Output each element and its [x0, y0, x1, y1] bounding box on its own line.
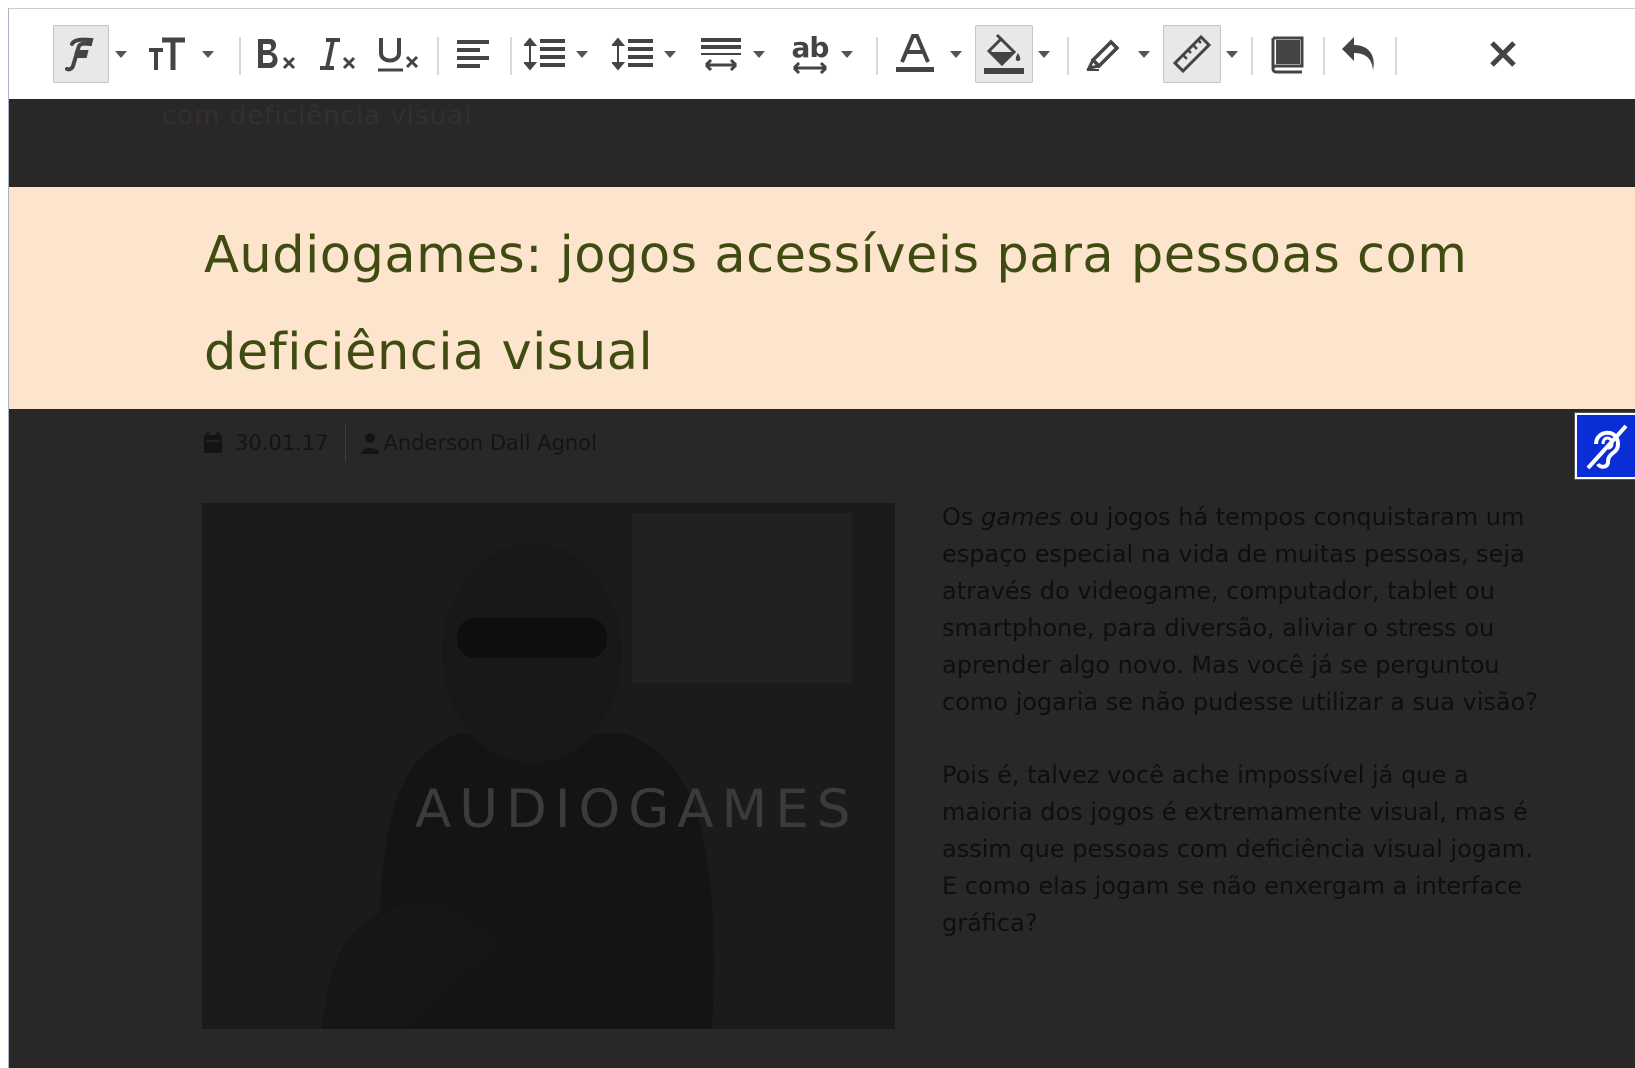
background-color-button[interactable] [975, 25, 1033, 83]
toolbar-divider [1251, 37, 1253, 75]
toolbar-divider [510, 37, 512, 75]
calendar-icon [204, 432, 222, 453]
window-left-border [8, 8, 9, 1068]
article-date: 30.01.17 [235, 431, 329, 455]
font-family-icon [65, 37, 94, 72]
page-content: com deficiência visual Audiogames: jogos… [9, 99, 1635, 1068]
article-meta: 30.01.17 Anderson Dall Agnol [203, 424, 597, 462]
letter-spacing-button[interactable]: ab [782, 25, 838, 83]
letter-spacing-icon: ab [790, 34, 830, 74]
chevron-down-icon[interactable] [199, 25, 217, 83]
bold-strike-icon [258, 39, 296, 70]
reading-toolbar: ab [9, 9, 1635, 100]
article-image: AUDIOGAMES [202, 503, 895, 1029]
toolbar-divider [437, 37, 439, 75]
highlighter-button[interactable] [1077, 25, 1133, 83]
line-spacing-icon [524, 37, 565, 71]
chevron-down-icon[interactable] [947, 25, 965, 83]
paragraph-spacing-button[interactable] [607, 25, 659, 83]
hearing-assistance-icon [1586, 424, 1628, 470]
ab-glyph: ab [791, 31, 830, 64]
close-icon [1490, 41, 1516, 67]
article-body: Os games ou jogos há tempos conquistaram… [942, 499, 1542, 978]
paragraph-1-rest: ou jogos há tempos conquistaram um espaç… [942, 503, 1539, 716]
paragraph-2: Pois é, talvez você ache impossível já q… [942, 761, 1533, 937]
dictionary-button[interactable] [1261, 25, 1313, 83]
undo-button[interactable] [1333, 25, 1385, 83]
paragraph-1-start: Os [942, 503, 982, 531]
chevron-down-icon[interactable] [838, 25, 856, 83]
font-size-icon [149, 37, 185, 70]
reading-highlight-band: Audiogames: jogos acessíveis para pessoa… [9, 187, 1635, 479]
article-title: Audiogames: jogos acessíveis para pessoa… [204, 226, 1468, 382]
word-spacing-button[interactable] [693, 25, 749, 83]
text-color-button[interactable] [887, 25, 943, 83]
meta-divider [344, 424, 346, 462]
chevron-down-icon[interactable] [573, 25, 591, 83]
image-caption: AUDIOGAMES [415, 779, 859, 840]
align-left-button[interactable] [447, 25, 499, 83]
toolbar-divider [876, 37, 878, 75]
line-spacing-button[interactable] [519, 25, 571, 83]
chevron-down-icon[interactable] [1223, 25, 1241, 83]
chevron-down-icon[interactable] [112, 25, 130, 83]
chevron-down-icon[interactable] [1135, 25, 1153, 83]
reading-ruler-button[interactable] [1163, 25, 1221, 83]
word-spacing-icon [701, 38, 741, 71]
underline-off-button[interactable] [371, 25, 427, 83]
bold-off-button[interactable] [249, 25, 305, 83]
toolbar-divider [1067, 37, 1069, 75]
italic-strike-icon [320, 38, 356, 70]
close-button[interactable] [1479, 25, 1527, 83]
ruler-icon [1172, 34, 1212, 74]
paragraph-spacing-icon [612, 37, 653, 71]
fill-color-icon [984, 33, 1024, 74]
paragraph-1: Os games ou jogos há tempos conquistaram… [942, 499, 1542, 721]
chevron-down-icon[interactable] [661, 25, 679, 83]
undo-icon [1342, 37, 1374, 70]
article-author[interactable]: Anderson Dall Agnol [384, 431, 597, 455]
faded-header-text: com deficiência visual [162, 101, 473, 131]
font-family-button[interactable] [53, 25, 109, 83]
toolbar-divider [239, 37, 241, 75]
chevron-down-icon[interactable] [750, 25, 768, 83]
paragraph-1-emphasis: games [981, 503, 1062, 531]
text-color-icon [896, 34, 934, 72]
toolbar-divider [1395, 37, 1397, 75]
chevron-down-icon[interactable] [1035, 25, 1053, 83]
person-silhouette [202, 503, 895, 1029]
accessibility-widget-button[interactable] [1575, 413, 1635, 479]
align-left-icon [457, 40, 489, 68]
underline-strike-icon [378, 38, 419, 72]
font-size-button[interactable] [141, 25, 193, 83]
user-icon [360, 433, 379, 454]
italic-off-button[interactable] [313, 25, 365, 83]
toolbar-divider [1323, 37, 1325, 75]
book-icon [1271, 36, 1304, 74]
app-window: ab com deficiência visual Audiogames: jo… [0, 0, 1635, 1068]
highlighter-icon [1086, 39, 1120, 71]
